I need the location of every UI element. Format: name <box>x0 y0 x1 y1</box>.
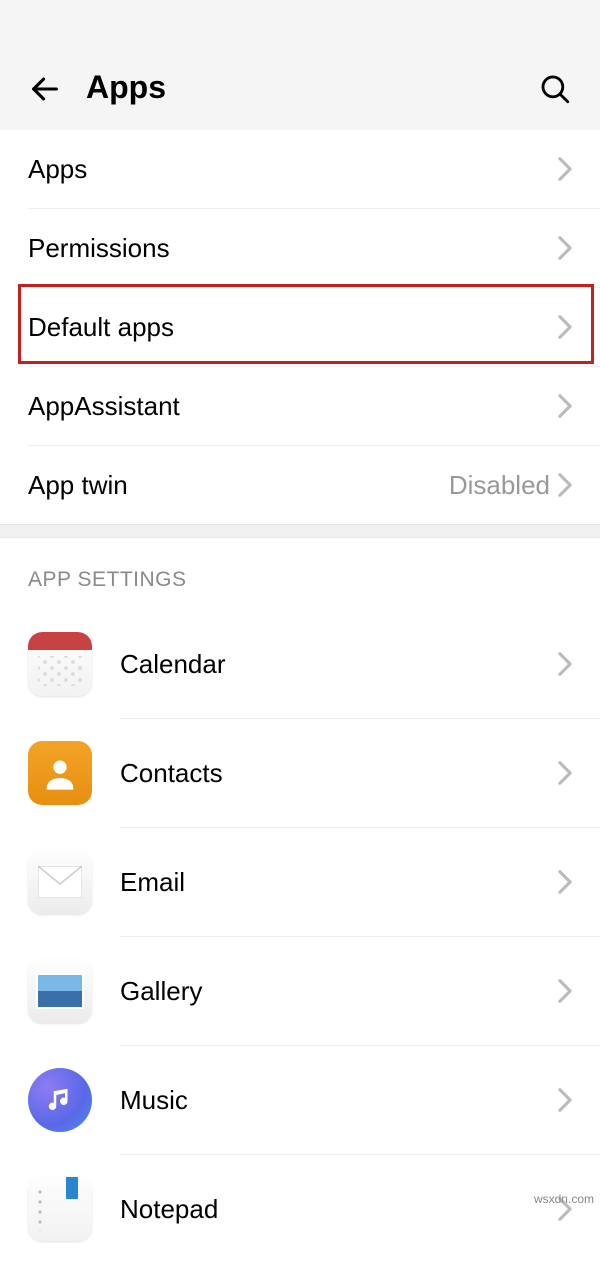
chevron-right-icon <box>558 652 572 676</box>
app-item-email[interactable]: Email <box>0 828 600 936</box>
menu-value: Disabled <box>449 470 550 501</box>
search-icon <box>538 72 572 106</box>
menu-item-app-twin[interactable]: App twin Disabled <box>0 446 600 524</box>
search-button[interactable] <box>538 72 572 106</box>
menu-label: Permissions <box>28 233 558 264</box>
app-label: Notepad <box>120 1194 558 1225</box>
watermark: wsxdn.com <box>534 1192 594 1206</box>
chevron-right-icon <box>558 236 572 260</box>
menu-label: AppAssistant <box>28 391 558 422</box>
app-label: Gallery <box>120 976 558 1007</box>
menu-label: Apps <box>28 154 558 185</box>
app-item-notepad[interactable]: Notepad <box>0 1155 600 1263</box>
menu-label: App twin <box>28 470 449 501</box>
section-gap <box>0 524 600 538</box>
app-settings-section: APP SETTINGS Calendar Contacts Email Gal… <box>0 538 600 1263</box>
app-label: Calendar <box>120 649 558 680</box>
section-header: APP SETTINGS <box>0 538 600 610</box>
app-item-gallery[interactable]: Gallery <box>0 937 600 1045</box>
chevron-right-icon <box>558 473 572 497</box>
chevron-right-icon <box>558 1088 572 1112</box>
menu-item-apps[interactable]: Apps <box>0 130 600 208</box>
app-label: Contacts <box>120 758 558 789</box>
menu-label: Default apps <box>28 312 558 343</box>
apps-menu-section: Apps Permissions Default apps AppAssista… <box>0 130 600 524</box>
app-item-contacts[interactable]: Contacts <box>0 719 600 827</box>
app-label: Music <box>120 1085 558 1116</box>
chevron-right-icon <box>558 157 572 181</box>
music-icon <box>28 1068 92 1132</box>
notepad-icon <box>28 1177 92 1241</box>
chevron-right-icon <box>558 394 572 418</box>
chevron-right-icon <box>558 315 572 339</box>
chevron-right-icon <box>558 870 572 894</box>
app-item-calendar[interactable]: Calendar <box>0 610 600 718</box>
chevron-right-icon <box>558 979 572 1003</box>
contacts-icon <box>28 741 92 805</box>
app-item-music[interactable]: Music <box>0 1046 600 1154</box>
calendar-icon <box>28 632 92 696</box>
email-icon <box>28 850 92 914</box>
app-label: Email <box>120 867 558 898</box>
back-arrow-icon <box>28 72 62 106</box>
menu-item-app-assistant[interactable]: AppAssistant <box>0 367 600 445</box>
chevron-right-icon <box>558 761 572 785</box>
back-button[interactable] <box>28 72 62 106</box>
gallery-icon <box>28 959 92 1023</box>
menu-item-default-apps[interactable]: Default apps <box>0 288 600 366</box>
menu-item-permissions[interactable]: Permissions <box>0 209 600 287</box>
page-title: Apps <box>86 69 538 106</box>
header-bar: Apps <box>0 0 600 130</box>
